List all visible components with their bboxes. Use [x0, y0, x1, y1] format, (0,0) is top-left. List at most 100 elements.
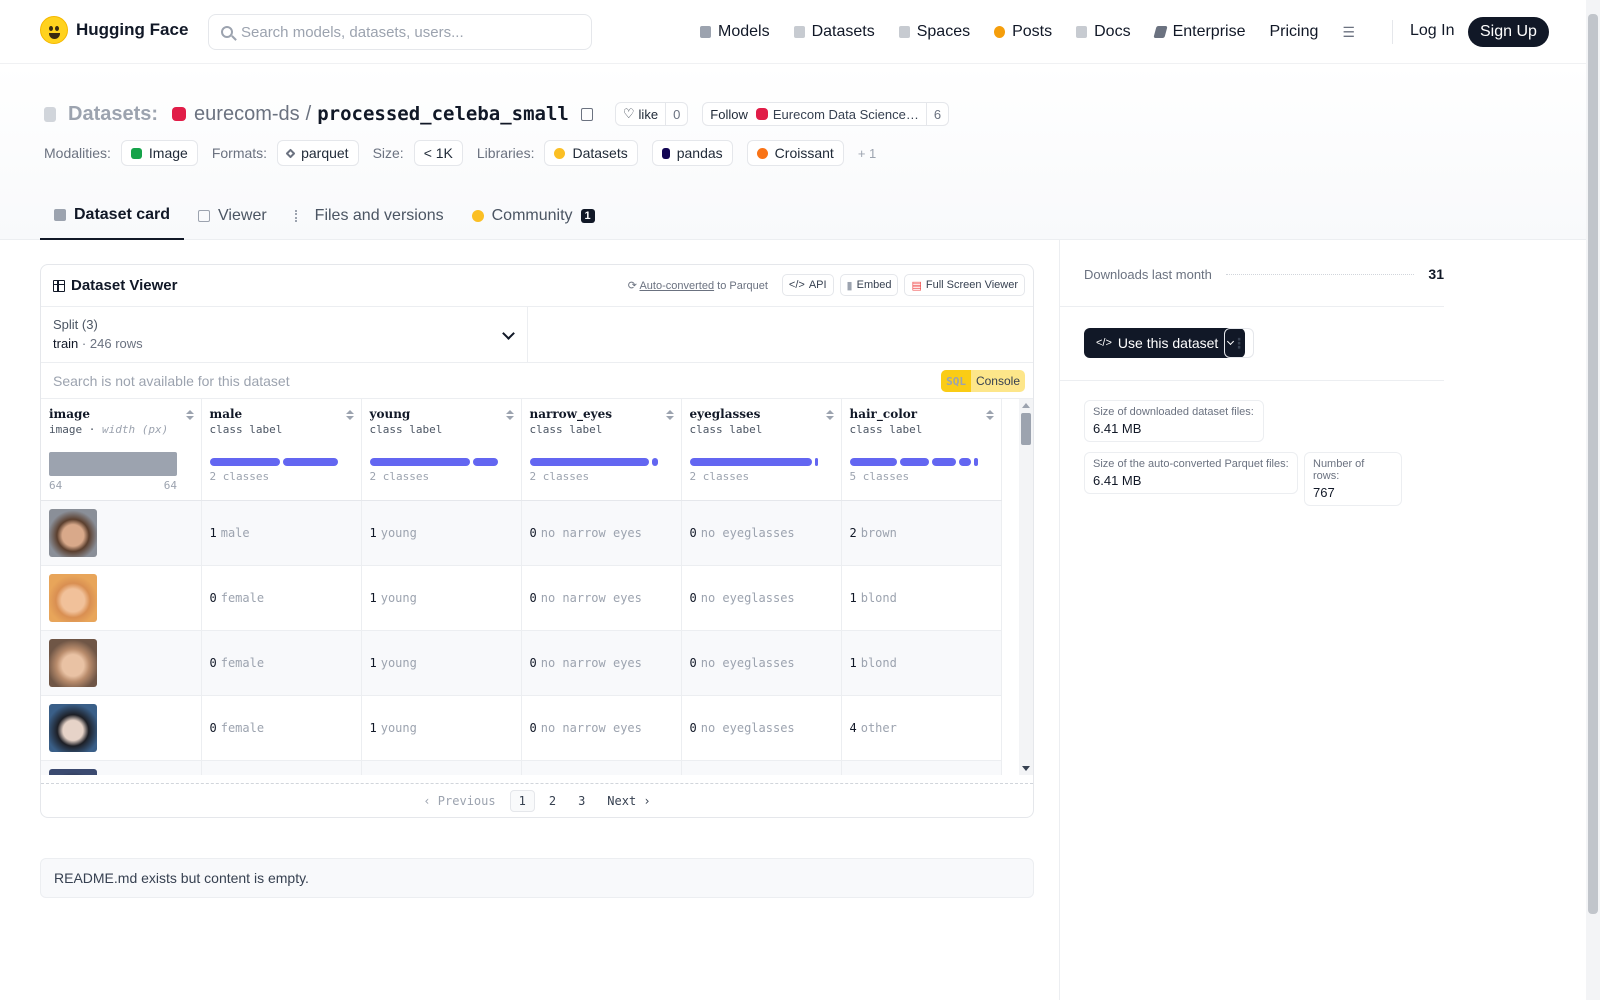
table-row[interactable]: 0 female 1 young 0 no narrow eyes 0 no eyegl…	[41, 630, 1002, 696]
column-header-narrow-eyes[interactable]: narrow_eyes class label 2 classes	[521, 399, 682, 501]
cell-male[interactable]	[201, 760, 362, 775]
tab-viewer[interactable]: Viewer	[184, 191, 281, 240]
global-search[interactable]	[208, 14, 592, 50]
cell-young[interactable]: 1 young	[361, 630, 522, 696]
column-header-image[interactable]: image image · width (px) 64 64	[41, 399, 202, 501]
column-header-young[interactable]: young class label 2 classes	[361, 399, 522, 501]
table-row[interactable]: 0 female 1 young 0 no narrow eyes 0 no eyegl…	[41, 695, 1002, 761]
tag-size[interactable]: < 1K	[413, 140, 463, 166]
sort-icon[interactable]	[185, 410, 194, 420]
more-libraries-link[interactable]: + 1	[858, 146, 876, 161]
title-prefix[interactable]: Datasets:	[68, 103, 158, 126]
sort-icon[interactable]	[825, 410, 834, 420]
cell-young[interactable]: 1 young	[361, 565, 522, 631]
page-button-3[interactable]: 3	[570, 791, 593, 811]
tab-files-and-versions[interactable]: Files and versions	[281, 191, 458, 240]
class-bar-segment[interactable]	[814, 458, 818, 466]
cell-hair-color[interactable]: 4 other	[841, 695, 1002, 761]
cell-narrow-eyes[interactable]: 0 no narrow eyes	[521, 630, 682, 696]
class-bar-segment[interactable]	[973, 458, 978, 466]
cell-male[interactable]: 0 female	[201, 630, 362, 696]
sort-icon[interactable]	[665, 410, 674, 420]
nav-link-pricing[interactable]: Pricing	[1269, 23, 1318, 41]
nav-link-datasets[interactable]: Datasets	[793, 23, 875, 41]
page-button-1[interactable]: 1	[509, 789, 535, 812]
class-bar-segment[interactable]	[689, 458, 812, 466]
class-bar-segment[interactable]	[958, 458, 971, 466]
tab-dataset-card[interactable]: Dataset card	[40, 191, 185, 240]
auto-converted-link[interactable]: Auto-converted	[639, 280, 714, 292]
full-screen-button[interactable]: ▤ Full Screen Viewer	[904, 274, 1025, 296]
cell-young[interactable]: 1 young	[361, 500, 522, 566]
tab-community[interactable]: Community 1	[458, 191, 609, 240]
cell-image[interactable]	[41, 565, 202, 631]
nav-link-docs[interactable]: Docs	[1076, 23, 1131, 41]
use-this-dataset-button[interactable]: </> Use this dataset	[1084, 328, 1246, 358]
page-scrollbar-thumb[interactable]	[1588, 14, 1598, 914]
cell-male[interactable]: 0 female	[201, 695, 362, 761]
tag-datasets-lib[interactable]: Datasets	[544, 140, 638, 166]
more-menu-icon[interactable]: ☰	[1342, 24, 1355, 41]
sort-icon[interactable]	[985, 410, 994, 420]
nav-link-enterprise[interactable]: Enterprise	[1152, 23, 1245, 41]
face-thumbnail[interactable]	[49, 769, 97, 775]
cell-eyeglasses[interactable]	[681, 760, 842, 775]
cell-hair-color[interactable]: 1 blond	[841, 630, 1002, 696]
previous-page-button[interactable]: ‹ Previous	[415, 791, 503, 811]
column-header-male[interactable]: male class label 2 classes	[201, 399, 362, 501]
face-thumbnail[interactable]	[49, 704, 97, 752]
cell-eyeglasses[interactable]: 0 no eyeglasses	[681, 695, 842, 761]
cell-male[interactable]: 0 female	[201, 565, 362, 631]
cell-narrow-eyes[interactable]: 0 no narrow eyes	[521, 695, 682, 761]
sql-console-button[interactable]: SQL Console	[941, 370, 1025, 392]
more-options-button[interactable]: ⋮	[1224, 328, 1254, 358]
class-bar-segment[interactable]	[899, 458, 930, 466]
scroll-up-icon[interactable]	[1022, 403, 1030, 408]
tag-pandas[interactable]: pandas	[651, 140, 733, 166]
sort-icon[interactable]	[345, 410, 354, 420]
cell-narrow-eyes[interactable]: 0 no narrow eyes	[521, 565, 682, 631]
cell-image[interactable]	[41, 500, 202, 566]
class-bar-segment[interactable]	[369, 458, 470, 466]
follow-button[interactable]: Follow Eurecom Data Science… 6	[702, 102, 950, 126]
tag-croissant[interactable]: Croissant	[746, 140, 844, 166]
face-thumbnail[interactable]	[49, 509, 97, 557]
cell-eyeglasses[interactable]: 0 no eyeglasses	[681, 565, 842, 631]
cell-eyeglasses[interactable]: 0 no eyeglasses	[681, 500, 842, 566]
class-bar-segment[interactable]	[849, 458, 897, 466]
class-bar-segment[interactable]	[472, 458, 498, 466]
embed-button[interactable]: ▮ Embed	[839, 274, 899, 296]
nav-link-models[interactable]: Models	[700, 23, 770, 41]
split-selector[interactable]: Split (3) train · 246 rows	[41, 307, 528, 362]
table-row[interactable]: 1 male 1 young 0 no narrow eyes 0 no eyeglas…	[41, 500, 1002, 566]
class-bar-segment[interactable]	[651, 458, 658, 466]
cell-hair-color[interactable]: 2 brown	[841, 500, 1002, 566]
scroll-down-icon[interactable]	[1022, 766, 1030, 771]
cell-hair-color[interactable]: 1 blond	[841, 565, 1002, 631]
page-scrollbar[interactable]	[1586, 0, 1600, 1000]
tag-image[interactable]: Image	[120, 140, 198, 166]
copy-icon[interactable]	[580, 107, 593, 121]
search-input[interactable]	[241, 23, 571, 41]
cell-male[interactable]: 1 male	[201, 500, 362, 566]
class-bar-segment[interactable]	[529, 458, 649, 466]
next-page-button[interactable]: Next ›	[599, 791, 658, 811]
dataset-name[interactable]: processed_celeba_small	[317, 103, 569, 125]
face-thumbnail[interactable]	[49, 639, 97, 687]
table-row[interactable]: 0 female 1 young 0 no narrow eyes 0 no eyegl…	[41, 565, 1002, 631]
column-header-eyeglasses[interactable]: eyeglasses class label 2 classes	[681, 399, 842, 501]
face-thumbnail[interactable]	[49, 574, 97, 622]
table-scrollbar[interactable]	[1019, 399, 1033, 775]
owner-link[interactable]: eurecom-ds	[194, 103, 300, 126]
table-row[interactable]	[41, 760, 1002, 775]
cell-image[interactable]	[41, 695, 202, 761]
cell-hair-color[interactable]	[841, 760, 1002, 775]
cell-image[interactable]	[41, 630, 202, 696]
cell-narrow-eyes[interactable]: 0 no narrow eyes	[521, 500, 682, 566]
sort-icon[interactable]	[505, 410, 514, 420]
nav-link-spaces[interactable]: Spaces	[898, 23, 970, 41]
cell-young[interactable]	[361, 760, 522, 775]
class-bar-segment[interactable]	[932, 458, 956, 466]
column-header-hair-color[interactable]: hair_color class label 5 classes	[841, 399, 1002, 501]
cell-eyeglasses[interactable]: 0 no eyeglasses	[681, 630, 842, 696]
